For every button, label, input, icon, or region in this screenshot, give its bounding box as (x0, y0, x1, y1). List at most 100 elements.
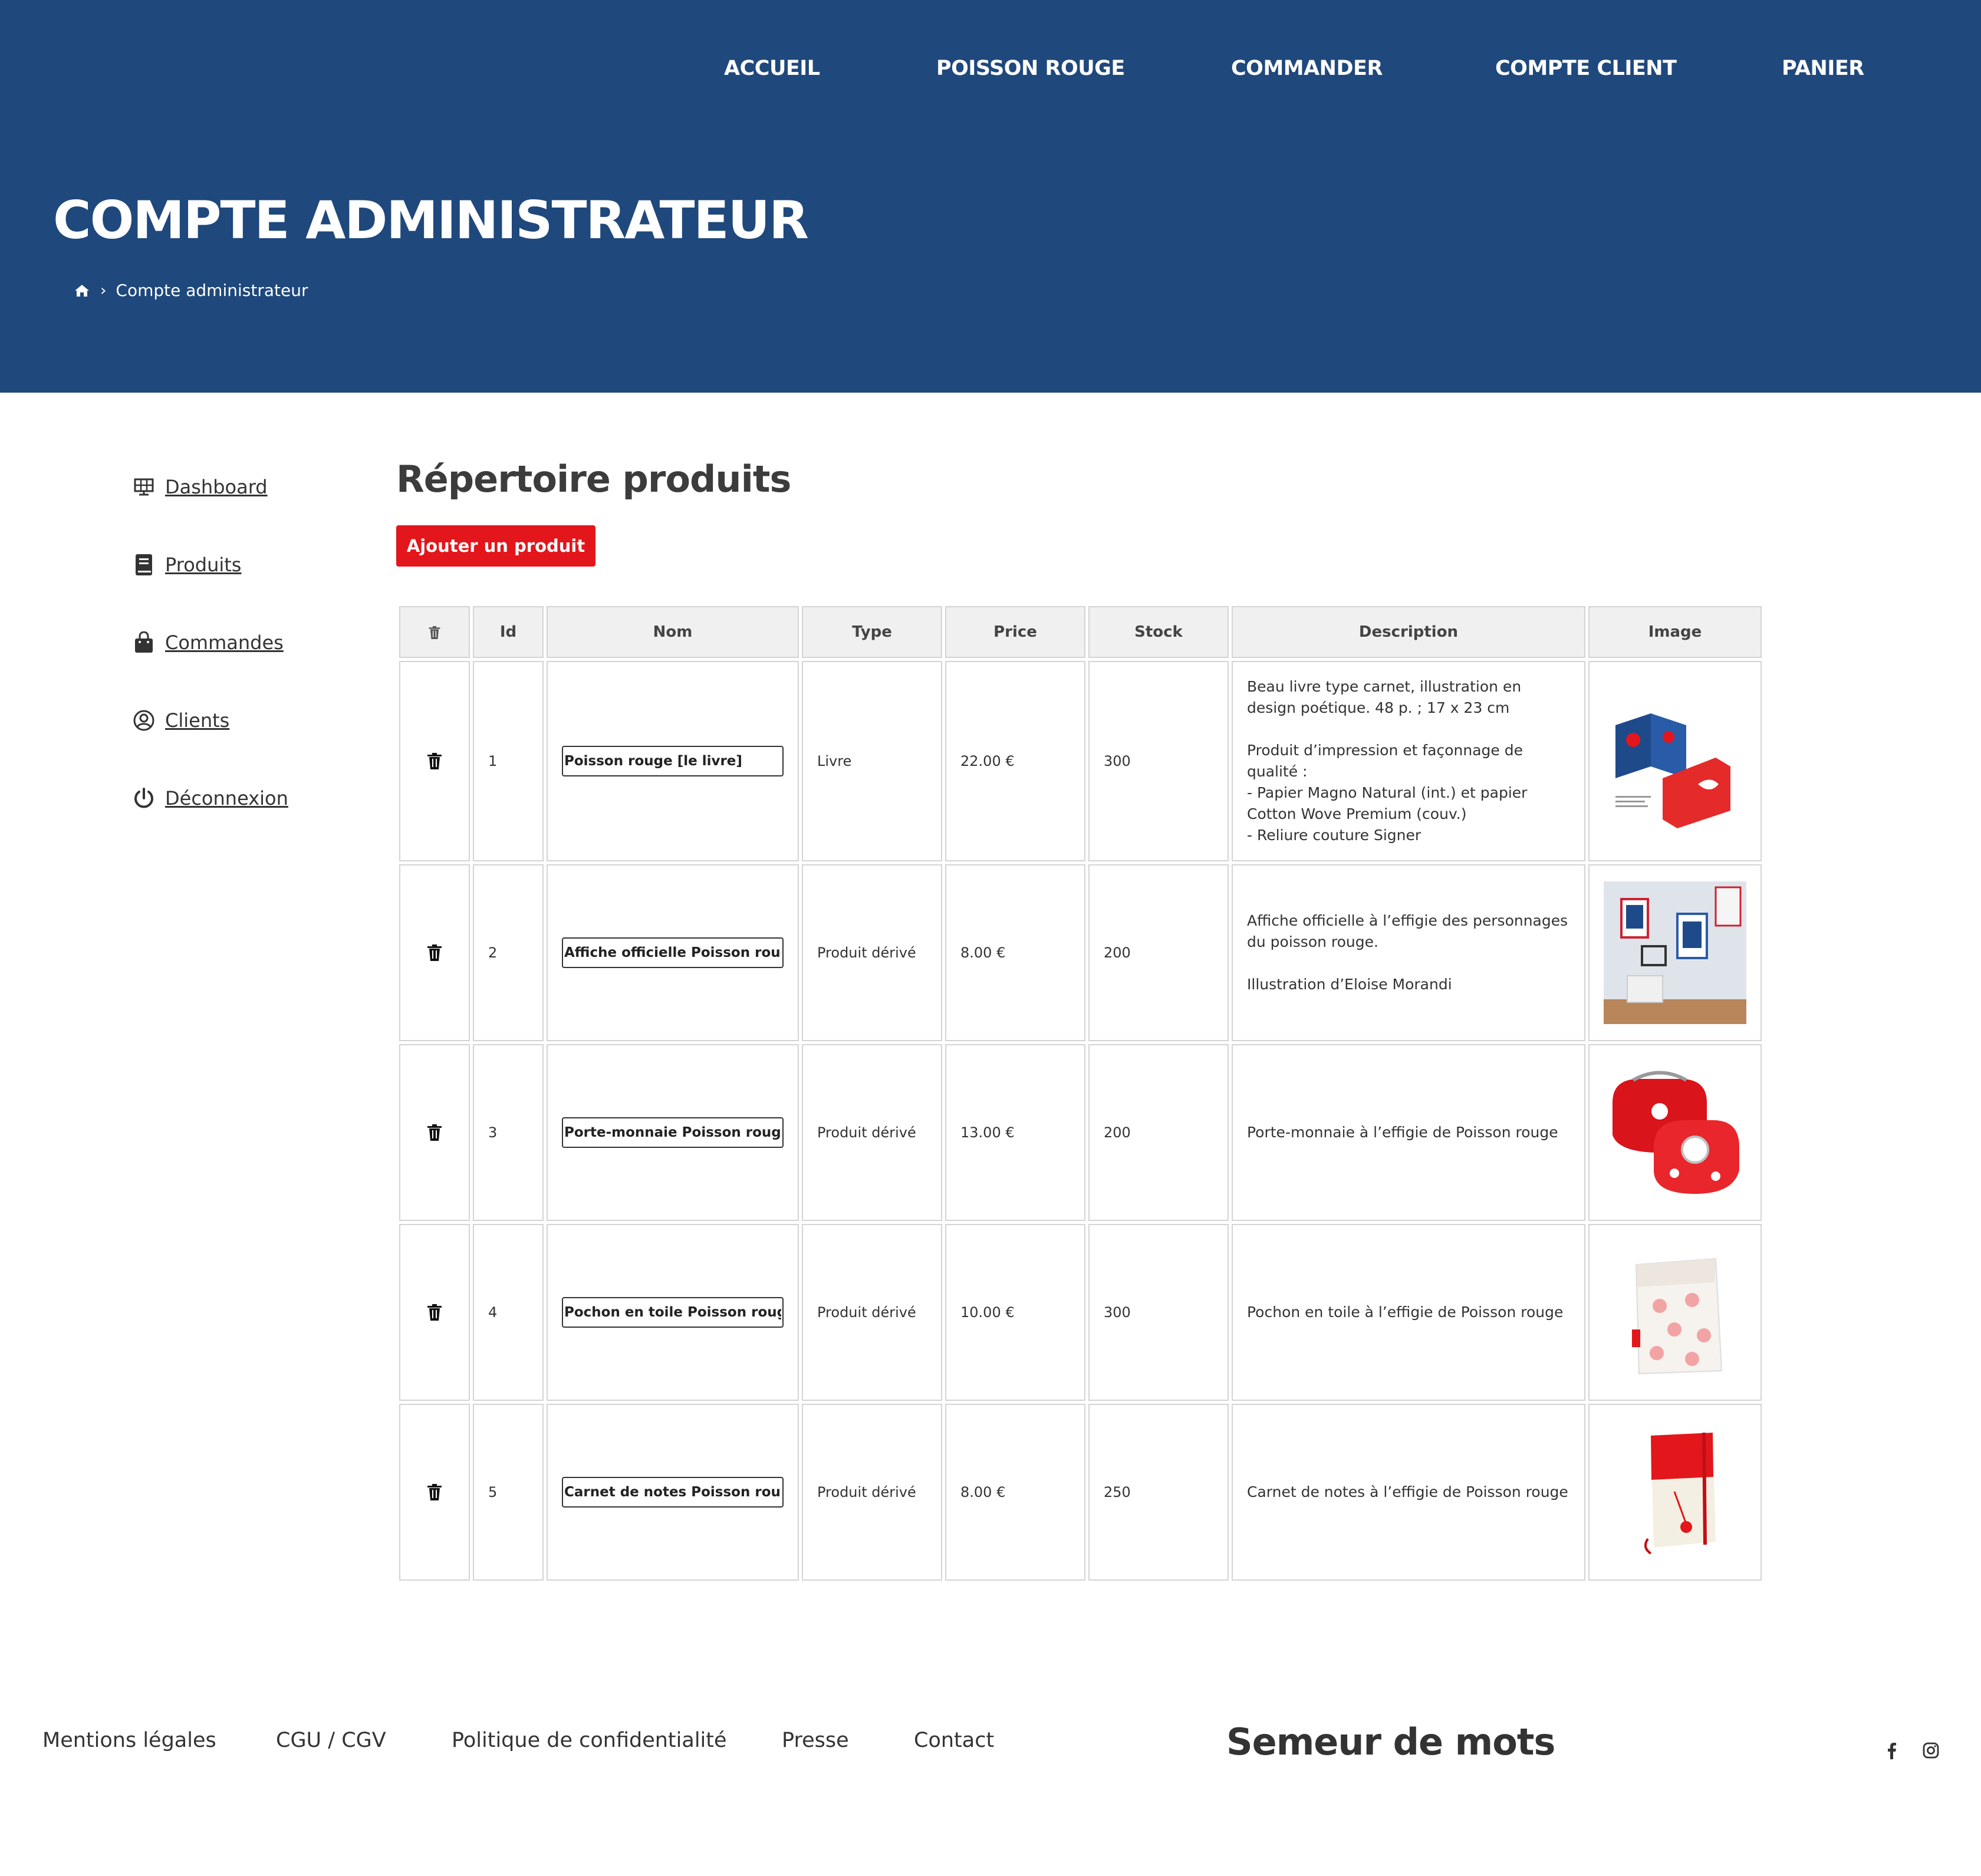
trash-icon[interactable] (426, 752, 443, 770)
product-name-input[interactable] (562, 1117, 784, 1148)
dashboard-icon (132, 475, 156, 499)
table-row: 5 Produit dérivé 8.00 € 250 Carnet de no… (399, 1404, 1762, 1581)
column-header: Image (1588, 606, 1762, 658)
product-name-input[interactable] (562, 1477, 784, 1508)
cell-stock: 200 (1088, 1044, 1229, 1221)
cell-image (1588, 1224, 1762, 1401)
sidebar-item-label: Commandes (165, 631, 284, 654)
delete-cell (399, 864, 470, 1041)
cell-price: 10.00 € (945, 1224, 1085, 1401)
trash-icon[interactable] (426, 944, 443, 962)
product-name-input[interactable] (562, 746, 784, 776)
cell-type: Livre (802, 661, 942, 861)
cell-description: Pochon en toile à l’effigie de Poisson r… (1232, 1224, 1585, 1401)
footer-link-cgu-cgv[interactable]: CGU / CGV (276, 1729, 386, 1752)
nav-commander[interactable]: COMMANDER (1231, 57, 1383, 80)
facebook-icon[interactable] (1882, 1740, 1902, 1760)
trash-icon[interactable] (426, 1124, 443, 1141)
footer-link-contact[interactable]: Contact (914, 1729, 994, 1752)
breadcrumb-separator: › (100, 281, 107, 299)
book-photo (1604, 690, 1746, 832)
description-text: Pochon en toile à l’effigie de Poisson r… (1247, 1304, 1564, 1321)
cell-id: 1 (473, 661, 544, 861)
cell-stock: 200 (1088, 864, 1229, 1041)
column-header: Description (1232, 606, 1585, 658)
footer-link-confidentialite[interactable]: Politique de confidentialité (452, 1729, 727, 1752)
pouch-photo (1604, 1241, 1746, 1384)
book-icon (132, 553, 156, 577)
sidebar-item-label: Produits (165, 554, 242, 576)
cell-image (1588, 1044, 1762, 1221)
cell-nom (547, 864, 799, 1041)
table-row: 1 Livre 22.00 € 300 Beau livre type carn… (399, 661, 1762, 861)
cell-type: Produit dérivé (802, 1224, 942, 1401)
nav-compte-client[interactable]: COMPTE CLIENT (1495, 57, 1677, 80)
sidebar-item-produits[interactable]: Produits (132, 553, 241, 577)
cell-nom (547, 661, 799, 861)
shopping-bag-icon (132, 631, 156, 654)
user-circle-icon (132, 709, 156, 732)
column-header: Type (802, 606, 942, 658)
cell-price: 8.00 € (945, 864, 1085, 1041)
breadcrumb-current: Compte administrateur (116, 281, 308, 300)
footer-link-mentions-legales[interactable]: Mentions légales (42, 1729, 216, 1752)
cell-id: 2 (473, 864, 544, 1041)
footer-brand: Semeur de mots (1226, 1720, 1555, 1763)
header-banner: ACCUEIL POISSON ROUGE COMMANDER COMPTE C… (0, 0, 1981, 393)
sidebar-item-label: Déconnexion (165, 787, 288, 809)
cell-id: 3 (473, 1044, 544, 1221)
cell-type: Produit dérivé (802, 864, 942, 1041)
cell-description: Carnet de notes à l’effigie de Poisson r… (1232, 1404, 1585, 1581)
cell-nom (547, 1404, 799, 1581)
delete-cell (399, 1044, 470, 1221)
notebook-photo (1604, 1421, 1746, 1564)
footer-link-presse[interactable]: Presse (782, 1729, 849, 1752)
sidebar-item-clients[interactable]: Clients (132, 709, 229, 732)
nav-panier[interactable]: PANIER (1782, 57, 1864, 80)
cell-price: 8.00 € (945, 1404, 1085, 1581)
sidebar-item-deconnexion[interactable]: Déconnexion (132, 786, 288, 810)
column-header: Price (945, 606, 1085, 658)
delete-cell (399, 1224, 470, 1401)
table-row: 3 Produit dérivé 13.00 € 200 Porte-monna… (399, 1044, 1762, 1221)
home-icon[interactable] (74, 284, 90, 298)
cell-description: Affiche officielle à l’effigie des perso… (1232, 864, 1585, 1041)
table-row: 2 Produit dérivé 8.00 € 200 Affiche offi… (399, 864, 1762, 1041)
column-header: Nom (547, 606, 799, 658)
cell-id: 5 (473, 1404, 544, 1581)
delete-cell (399, 661, 470, 861)
table-row: 4 Produit dérivé 10.00 € 300 Pochon en t… (399, 1224, 1762, 1401)
instagram-icon[interactable] (1921, 1740, 1941, 1760)
sidebar-item-dashboard[interactable]: Dashboard (132, 475, 268, 499)
column-header: Id (473, 606, 544, 658)
cell-image (1588, 1404, 1762, 1581)
page-title: COMPTE ADMINISTRATEUR (53, 190, 809, 251)
cell-stock: 250 (1088, 1404, 1229, 1581)
description-text: Affiche officielle à l’effigie des perso… (1247, 912, 1568, 993)
column-header-delete (399, 606, 470, 658)
table-header-row: Id Nom Type Price Stock Description Imag… (399, 606, 1762, 658)
trash-icon[interactable] (426, 1483, 443, 1501)
description-text: Carnet de notes à l’effigie de Poisson r… (1247, 1483, 1568, 1500)
cell-nom (547, 1044, 799, 1221)
add-product-button[interactable]: Ajouter un produit (396, 525, 595, 567)
product-name-input[interactable] (562, 937, 784, 968)
nav-poisson-rouge[interactable]: POISSON ROUGE (936, 57, 1125, 80)
cell-type: Produit dérivé (802, 1044, 942, 1221)
product-name-input[interactable] (562, 1297, 784, 1328)
cell-image (1588, 661, 1762, 861)
column-header: Stock (1088, 606, 1229, 658)
sidebar-item-commandes[interactable]: Commandes (132, 631, 284, 654)
products-table: Id Nom Type Price Stock Description Imag… (396, 603, 1765, 1584)
description-text: Porte-monnaie à l’effigie de Poisson rou… (1247, 1124, 1558, 1141)
description-text: Beau livre type carnet, illustration en … (1247, 678, 1528, 844)
cell-id: 4 (473, 1224, 544, 1401)
trash-icon[interactable] (426, 1304, 443, 1321)
nav-accueil[interactable]: ACCUEIL (724, 57, 820, 80)
cell-price: 22.00 € (945, 661, 1085, 861)
power-icon (132, 786, 156, 810)
cell-image (1588, 864, 1762, 1041)
cell-description: Beau livre type carnet, illustration en … (1232, 661, 1585, 861)
cell-price: 13.00 € (945, 1044, 1085, 1221)
cell-description: Porte-monnaie à l’effigie de Poisson rou… (1232, 1044, 1585, 1221)
